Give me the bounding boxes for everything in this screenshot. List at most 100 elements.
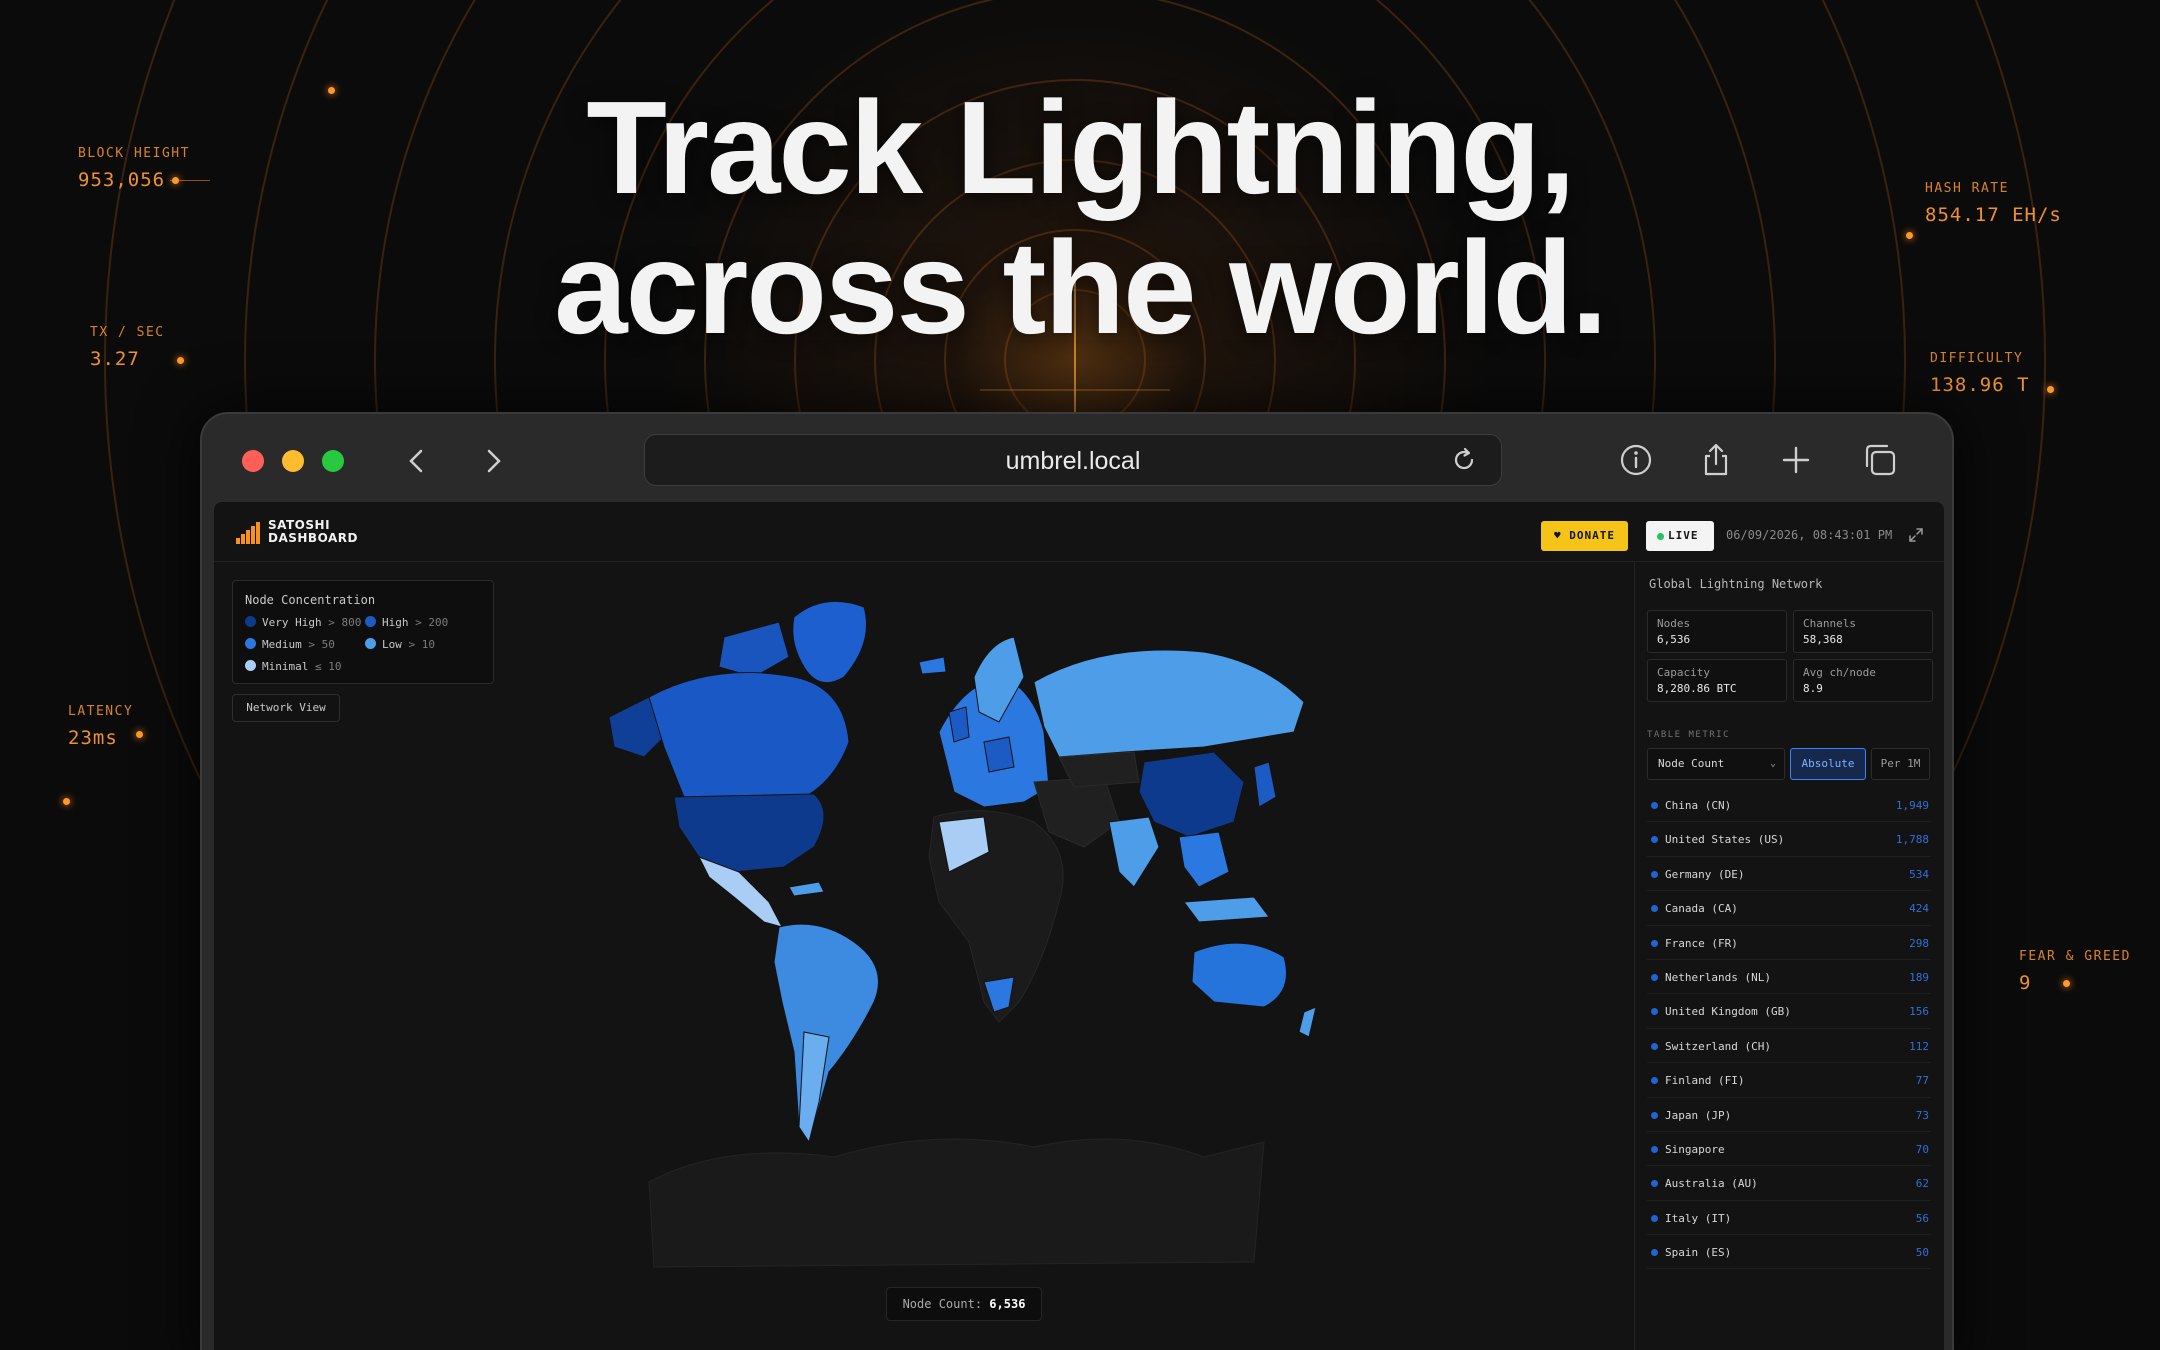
info-icon[interactable] [1618,442,1654,478]
country-dot [1651,1042,1658,1050]
headline: Track Lightning, across the world. [0,78,2160,358]
list-item[interactable]: China (CN) 1,949 [1647,788,1931,823]
legend-label: Very High [262,616,322,629]
stat-fear-greed: FEAR & GREED 9 [2019,949,2131,994]
country-name: Canada (CA) [1665,902,1738,916]
country-dot [1651,973,1658,981]
chevron-down-icon: ⌄ [1769,758,1776,769]
tabs-overview-icon[interactable] [1862,442,1898,478]
absolute-toggle[interactable]: Absolute [1790,748,1866,780]
stat-latency: LATENCY 23ms [68,704,133,749]
stat-label: HASH RATE [1925,181,2009,196]
node-count-badge: Node Count: 6,536 [886,1287,1042,1321]
stat-value: 138.96 T [1930,374,2030,396]
card-value: 58,368 [1803,633,1843,646]
list-item[interactable]: Finland (FI) 77 [1647,1063,1931,1098]
metric-select[interactable]: Node Count ⌄ [1647,748,1785,780]
address-bar[interactable]: umbrel.local [644,434,1502,486]
stat-card-capacity: Capacity 8,280.86 BTC [1647,659,1787,702]
stat-dot [172,177,179,184]
region-usa [673,793,825,873]
list-item[interactable]: Canada (CA) 424 [1647,891,1931,926]
live-badge[interactable]: LIVE [1646,521,1714,551]
card-label: Channels [1803,617,1856,630]
back-icon[interactable] [402,444,432,478]
region-greenland [792,600,867,684]
legend-threshold: > 200 [415,616,449,629]
card-value: 8.9 [1803,682,1823,695]
list-item[interactable]: Italy (IT) 56 [1647,1201,1931,1236]
list-item[interactable]: Spain (ES) 50 [1647,1235,1931,1270]
donate-button[interactable]: ♥ DONATE [1541,521,1628,551]
list-item[interactable]: Germany (DE) 534 [1647,857,1931,892]
new-tab-icon[interactable] [1778,442,1814,478]
browser-window: umbrel.local SATOSHI DASHBOARD ♥ DONATE … [200,412,1954,1350]
region-germany [983,736,1015,773]
country-name: Australia (AU) [1665,1177,1758,1191]
node-count-label: Node Count: [902,1297,983,1311]
network-view-button[interactable]: Network View [232,694,340,722]
stat-tx-sec: TX / SEC 3.27 [90,325,165,370]
world-map[interactable] [604,582,1324,1272]
per-million-toggle[interactable]: Per 1M [1871,748,1930,780]
country-value: 70 [1915,1142,1929,1156]
legend-item-medium: Medium > 50 [245,638,335,651]
url-text: umbrel.local [1005,447,1141,475]
legend-swatch [245,616,256,627]
region-canada [648,672,850,798]
list-item[interactable]: Australia (AU) 62 [1647,1166,1931,1201]
stat-card-nodes: Nodes 6,536 [1647,610,1787,653]
country-name: Italy (IT) [1665,1211,1732,1225]
list-item[interactable]: United Kingdom (GB) 156 [1647,994,1931,1029]
reload-icon[interactable] [1449,445,1479,475]
close-window-button[interactable] [242,450,264,472]
minimize-window-button[interactable] [282,450,304,472]
legend-item-high: High > 200 [365,616,448,629]
country-dot [1651,905,1658,913]
stat-dot [136,731,143,738]
legend-title: Node Concentration [245,593,376,607]
decor-dot [63,798,70,805]
stat-dot [2047,386,2054,393]
sidebar-title: Global Lightning Network [1649,577,1823,591]
list-item[interactable]: Switzerland (CH) 112 [1647,1029,1931,1064]
country-value: 73 [1915,1108,1929,1122]
region-kazakhstan [1058,751,1140,788]
country-value: 1,949 [1895,799,1929,812]
satoshi-logo-icon [236,522,260,544]
maximize-window-button[interactable] [322,450,344,472]
stat-value: 3.27 [90,348,140,370]
legend-panel: Node Concentration Very High > 800 High … [232,580,494,684]
legend-swatch [245,660,256,671]
fullscreen-icon[interactable] [1908,527,1924,543]
legend-item-minimal: Minimal ≤ 10 [245,660,341,673]
region-iceland [918,656,947,675]
country-dot [1651,870,1658,878]
node-count-value: 6,536 [989,1297,1026,1311]
region-india [1108,816,1160,888]
country-value: 424 [1909,902,1929,916]
list-item[interactable]: Netherlands (NL) 189 [1647,960,1931,995]
list-item[interactable]: France (FR) 298 [1647,926,1931,960]
country-value: 50 [1915,1246,1929,1260]
country-dot [1651,1214,1658,1222]
metric-select-value: Node Count [1658,757,1725,770]
legend-swatch [365,638,376,649]
list-item[interactable]: Japan (JP) 73 [1647,1098,1931,1132]
stat-card-avg-ch-node: Avg ch/node 8.9 [1793,659,1933,702]
stat-label: LATENCY [68,704,134,719]
country-value: 156 [1909,1005,1929,1019]
legend-label: Low [382,638,402,651]
table-metric-label: TABLE METRIC [1647,730,1731,740]
stat-label: BLOCK HEIGHT [78,146,190,161]
list-item[interactable]: United States (US) 1,788 [1647,822,1931,857]
country-dot [1651,836,1658,844]
region-south-america [773,923,879,1144]
decor-dot [328,87,335,94]
list-item[interactable]: Singapore 70 [1647,1132,1931,1167]
country-value: 62 [1915,1177,1929,1191]
country-dot [1651,802,1658,809]
forward-icon[interactable] [478,444,508,478]
stat-value: 854.17 EH/s [1925,204,2062,226]
share-icon[interactable] [1698,442,1734,478]
